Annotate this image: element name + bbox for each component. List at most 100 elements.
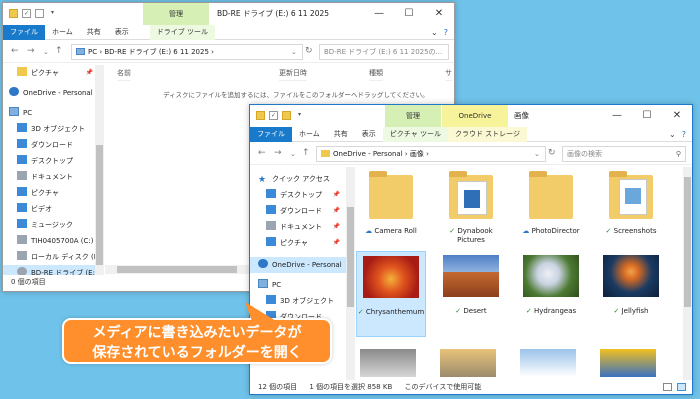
sidebar-item-pc[interactable]: PC bbox=[250, 277, 346, 293]
sidebar-item-onedrive[interactable]: OneDrive - Personal bbox=[3, 85, 99, 101]
refresh-icon[interactable]: ↻ bbox=[305, 46, 313, 56]
properties-icon[interactable]: ✓ bbox=[269, 111, 278, 120]
synced-check-icon: ✓ bbox=[449, 227, 456, 235]
list-item-desert[interactable]: ✓ Desert bbox=[436, 251, 506, 316]
tab-home[interactable]: ホーム bbox=[292, 127, 327, 142]
sidebar-item-downloads[interactable]: ダウンロード 📌 bbox=[250, 203, 346, 219]
image-thumbnail-penguins[interactable] bbox=[520, 349, 576, 377]
tab-view[interactable]: 表示 bbox=[108, 25, 136, 40]
maximize-button[interactable]: ☐ bbox=[632, 105, 662, 127]
list-item-dynabook-pictures[interactable]: ✓ Dynabook Pictures bbox=[436, 171, 506, 245]
help-icon[interactable]: ? bbox=[682, 130, 686, 139]
sidebar-item-pictures[interactable]: ピクチャ 📌 bbox=[250, 235, 346, 251]
navigation-scrollbar[interactable] bbox=[346, 167, 355, 382]
list-item-camera-roll[interactable]: ☁ Camera Roll bbox=[356, 171, 426, 236]
forward-arrow-icon[interactable]: → bbox=[27, 46, 35, 56]
sidebar-item-documents[interactable]: ドキュメント 📌 bbox=[250, 219, 346, 235]
address-bar[interactable]: OneDrive - Personal › 画像 › bbox=[316, 146, 546, 162]
tab-cloud-storage[interactable]: クラウド ストレージ bbox=[447, 126, 528, 142]
address-dropdown-icon[interactable]: ⌄ bbox=[534, 150, 540, 158]
scrollbar-thumb[interactable] bbox=[347, 207, 354, 307]
address-dropdown-icon[interactable]: ⌄ bbox=[291, 48, 297, 56]
new-folder-icon[interactable] bbox=[282, 111, 291, 120]
column-size[interactable]: サ bbox=[445, 65, 452, 81]
refresh-icon[interactable]: ↻ bbox=[548, 148, 556, 158]
chevron-down-icon[interactable]: ⌄ bbox=[431, 28, 438, 37]
sidebar-item-pc[interactable]: PC bbox=[3, 105, 99, 121]
tab-file[interactable]: ファイル bbox=[250, 126, 292, 142]
chevron-down-icon[interactable]: ⌄ bbox=[669, 130, 676, 139]
image-thumbnail-tulips[interactable] bbox=[600, 349, 656, 377]
sidebar-item-label: ダウンロード bbox=[280, 207, 322, 215]
new-folder-icon[interactable] bbox=[35, 9, 44, 18]
tab-share[interactable]: 共有 bbox=[327, 127, 355, 142]
column-name[interactable]: 名前 bbox=[117, 65, 131, 81]
navigation-scrollbar[interactable] bbox=[95, 65, 104, 279]
back-arrow-icon[interactable]: ← bbox=[258, 148, 266, 158]
sidebar-item-drive-c[interactable]: TIH0405700A (C:) bbox=[3, 233, 99, 249]
recent-dropdown-icon[interactable]: ⌄ bbox=[43, 48, 49, 56]
tab-view[interactable]: 表示 bbox=[355, 127, 383, 142]
large-icons-view-icon[interactable] bbox=[677, 383, 686, 391]
up-arrow-icon[interactable]: ↑ bbox=[302, 148, 310, 158]
empty-folder-message: ディスクにファイルを追加するには、ファイルをこのフォルダーへドラッグしてください… bbox=[163, 91, 429, 99]
up-arrow-icon[interactable]: ↑ bbox=[55, 46, 63, 56]
list-item-jellyfish[interactable]: ✓ Jellyfish bbox=[596, 251, 666, 316]
tab-share[interactable]: 共有 bbox=[80, 25, 108, 40]
sidebar-item-documents[interactable]: ドキュメント bbox=[3, 169, 99, 185]
window-title: 画像 bbox=[514, 111, 529, 120]
minimize-button[interactable]: — bbox=[602, 105, 632, 127]
sidebar-item-3d-objects[interactable]: 3D オブジェクト bbox=[3, 121, 99, 137]
column-modified[interactable]: 更新日時 bbox=[279, 65, 307, 81]
details-view-icon[interactable] bbox=[663, 383, 672, 391]
back-arrow-icon[interactable]: ← bbox=[11, 46, 19, 56]
sidebar-item-desktop[interactable]: デスクトップ 📌 bbox=[250, 187, 346, 203]
search-input[interactable]: 画像の検索 ⚲ bbox=[562, 146, 686, 162]
column-type[interactable]: 種類 bbox=[369, 65, 383, 81]
recent-dropdown-icon[interactable]: ⌄ bbox=[290, 150, 296, 158]
tab-drive-tools[interactable]: ドライブ ツール bbox=[149, 24, 216, 40]
context-tab-manage[interactable]: 管理 bbox=[143, 3, 209, 25]
music-icon bbox=[17, 219, 27, 228]
window-controls: — ☐ ✕ bbox=[602, 105, 692, 127]
qat-dropdown-icon[interactable]: ▾ bbox=[295, 111, 304, 120]
image-thumbnail-koala[interactable] bbox=[360, 349, 416, 377]
properties-icon[interactable]: ✓ bbox=[22, 9, 31, 18]
sidebar-item-label: ビデオ bbox=[31, 205, 52, 213]
maximize-button[interactable]: ☐ bbox=[394, 3, 424, 25]
tab-picture-tools[interactable]: ピクチャ ツール bbox=[382, 126, 448, 142]
sidebar-item-onedrive[interactable]: OneDrive - Personal bbox=[250, 257, 346, 273]
list-item-chrysanthemum[interactable]: ✓ Chrysanthemum bbox=[356, 251, 426, 337]
sidebar-item-downloads[interactable]: ダウンロード bbox=[3, 137, 99, 153]
sidebar-item-videos[interactable]: ビデオ bbox=[3, 201, 99, 217]
scrollbar-thumb[interactable] bbox=[96, 145, 103, 265]
pictures-icon bbox=[17, 67, 27, 76]
sidebar-item-drive-d[interactable]: ローカル ディスク (D:) bbox=[3, 249, 104, 265]
item-label: Desert bbox=[463, 307, 487, 315]
list-item-screenshots[interactable]: ✓ Screenshots bbox=[596, 171, 666, 236]
search-input[interactable]: BD-RE ドライブ (E:) 6 11 2025の... bbox=[319, 44, 449, 60]
sidebar-item-quick-access[interactable]: ★ クイック アクセス bbox=[250, 171, 346, 187]
qat-dropdown-icon[interactable]: ▾ bbox=[48, 9, 57, 18]
sidebar-item-pictures-pc[interactable]: ピクチャ bbox=[3, 185, 99, 201]
sidebar-item-pictures[interactable]: ピクチャ 📌 bbox=[3, 65, 99, 81]
context-tab-onedrive[interactable]: OneDrive bbox=[442, 105, 508, 127]
context-tab-manage[interactable]: 管理 bbox=[385, 105, 441, 127]
list-item-hydrangeas[interactable]: ✓ Hydrangeas bbox=[516, 251, 586, 316]
image-thumbnail-lighthouse[interactable] bbox=[440, 349, 496, 377]
close-button[interactable]: ✕ bbox=[424, 3, 454, 25]
address-bar[interactable]: PC › BD-RE ドライブ (E:) 6 11 2025 › bbox=[71, 44, 303, 60]
tab-file[interactable]: ファイル bbox=[3, 24, 45, 40]
minimize-button[interactable]: — bbox=[364, 3, 394, 25]
content-scrollbar[interactable] bbox=[683, 167, 692, 380]
help-icon[interactable]: ? bbox=[444, 28, 448, 37]
tab-home[interactable]: ホーム bbox=[45, 25, 80, 40]
close-button[interactable]: ✕ bbox=[662, 105, 692, 127]
scrollbar-thumb[interactable] bbox=[117, 266, 237, 273]
sidebar-item-desktop[interactable]: デスクトップ bbox=[3, 153, 99, 169]
list-item-photodirector[interactable]: ☁ PhotoDirector bbox=[516, 171, 586, 236]
sidebar-item-music[interactable]: ミュージック bbox=[3, 217, 99, 233]
scrollbar-thumb[interactable] bbox=[684, 177, 691, 307]
forward-arrow-icon[interactable]: → bbox=[274, 148, 282, 158]
sidebar-item-label: ダウンロード bbox=[31, 141, 73, 149]
